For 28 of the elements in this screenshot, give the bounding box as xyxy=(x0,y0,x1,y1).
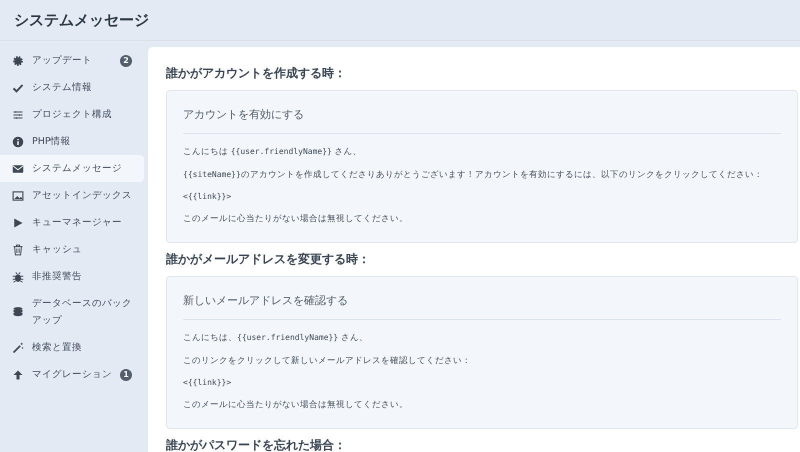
section-heading: 誰かがメールアドレスを変更する時： xyxy=(166,251,371,268)
sidebar-item[interactable]: キューマネージャー xyxy=(0,209,144,236)
message-body-text: <{{link}}> xyxy=(183,378,232,388)
message-subject: 新しいメールアドレスを確認する xyxy=(183,293,349,308)
sidebar-item[interactable]: システム情報 xyxy=(0,74,144,101)
sidebar-item[interactable]: マイグレーション 1 xyxy=(0,361,144,388)
message-body-text: このメールに心当たりがない場合は無視してください。 xyxy=(183,213,409,225)
message-body-text: このメールに心当たりがない場合は無視してください。 xyxy=(183,399,409,411)
sidebar-item[interactable]: システムメッセージ xyxy=(0,155,144,182)
section-heading: 誰かがパスワードを忘れた場合： xyxy=(166,437,347,452)
sidebar-item[interactable]: アップデート 2 xyxy=(0,47,144,74)
message-subject: アカウントを有効にする xyxy=(183,107,305,122)
sidebar-item[interactable]: PHP情報 xyxy=(0,128,144,155)
sidebar-item[interactable]: アセットインデックス xyxy=(0,182,144,209)
count-badge: 2 xyxy=(120,54,132,66)
message-body-text: このリンクをクリックして新しいメールアドレスを確認してください： xyxy=(183,355,472,367)
message-body-text: {{siteName}}のアカウントを作成してくださりありがとうございます！アカウントを有効にするには、以下のリンクをクリックしてください： xyxy=(183,169,764,181)
page-title: システムメッセージ xyxy=(14,10,149,30)
count-badge: 1 xyxy=(120,368,132,380)
message-body-text: こんにちは {{user.friendlyName}} さん、 xyxy=(183,146,363,158)
sidebar-item[interactable]: データベースのバックアップ xyxy=(0,290,144,334)
section-heading: 誰かがアカウントを作成する時： xyxy=(166,65,347,82)
sidebar-item[interactable]: 検索と置換 xyxy=(0,334,144,361)
message-body-text: こんにちは、{{user.friendlyName}} さん、 xyxy=(183,332,369,344)
sidebar-item[interactable]: プロジェクト構成 xyxy=(0,101,144,128)
message-body-text: <{{link}}> xyxy=(183,192,232,202)
sidebar-item[interactable]: キャッシュ xyxy=(0,236,144,263)
sidebar-item[interactable]: 非推奨警告 xyxy=(0,263,144,290)
